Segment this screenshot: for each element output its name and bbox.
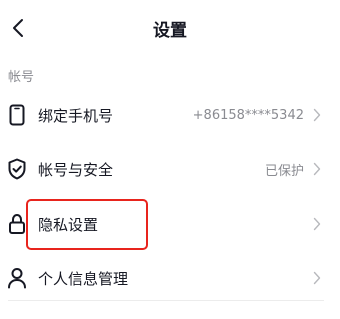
phone-icon [6, 104, 28, 126]
chevron-right-icon [310, 108, 324, 122]
divider [8, 300, 324, 301]
chevron-right-icon [310, 162, 324, 176]
bind-phone-row[interactable]: 绑定手机号 +86158****5342 [0, 95, 340, 135]
personal-info-row[interactable]: 个人信息管理 [0, 258, 340, 298]
account-security-row[interactable]: 帐号与安全 已保护 [0, 149, 340, 189]
person-icon [6, 267, 28, 289]
highlight-box [26, 199, 148, 250]
bind-phone-value: +86158****5342 [192, 107, 304, 123]
shield-check-icon [6, 158, 28, 180]
section-title-account: 帐号 [8, 70, 35, 85]
page-title: 设置 [153, 21, 187, 41]
chevron-right-icon [310, 271, 324, 285]
account-security-status: 已保护 [264, 163, 304, 179]
bind-phone-label: 绑定手机号 [38, 106, 114, 125]
chevron-right-icon [310, 217, 324, 231]
account-security-label: 帐号与安全 [38, 160, 114, 179]
top-bar: 设置 [0, 0, 340, 56]
personal-info-label: 个人信息管理 [38, 269, 129, 288]
lock-icon [6, 213, 28, 235]
